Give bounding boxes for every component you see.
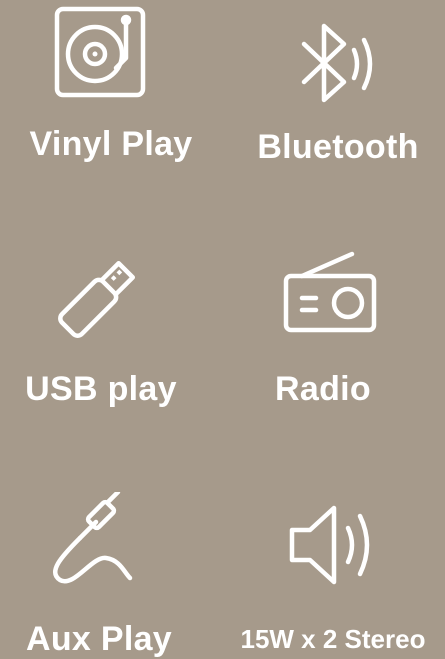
feature-aux-play: Aux Play — [0, 440, 222, 658]
feature-label: USB play — [25, 370, 177, 408]
turntable-icon — [52, 4, 148, 100]
radio-icon — [282, 250, 382, 334]
feature-stereo-speakers: 15W x 2 Stereo — [222, 440, 444, 658]
aux-cable-icon — [40, 492, 140, 588]
feature-label: Radio — [275, 370, 371, 408]
feature-label: Vinyl Play — [29, 125, 193, 163]
speaker-icon — [286, 500, 382, 590]
feature-bluetooth: Bluetooth — [222, 0, 444, 220]
feature-label: 15W x 2 Stereo — [240, 624, 426, 654]
feature-label: Aux Play — [25, 620, 173, 658]
feature-radio: Radio — [222, 220, 444, 440]
feature-label: Bluetooth — [257, 128, 419, 166]
feature-vinyl-play: Vinyl Play — [0, 0, 222, 220]
usb-stick-icon — [46, 250, 146, 350]
feature-usb-play: USB play — [0, 220, 222, 440]
bluetooth-icon — [298, 22, 382, 106]
